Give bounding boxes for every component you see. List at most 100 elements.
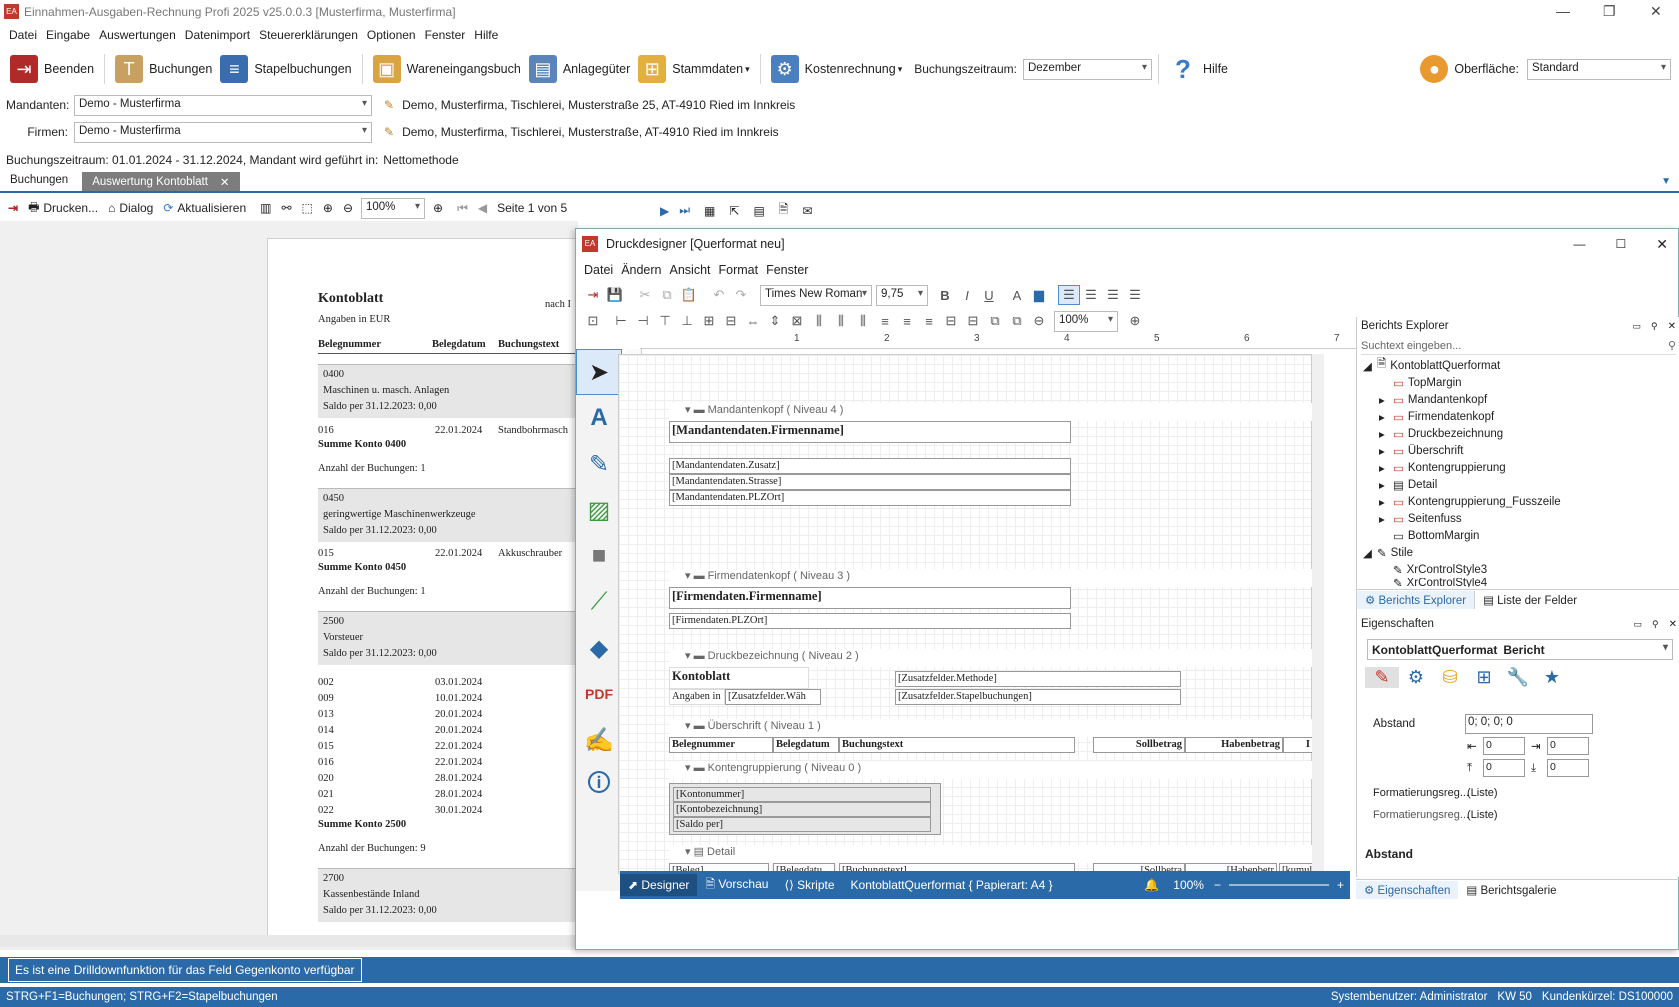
database-icon[interactable]: ⛁: [1433, 667, 1467, 688]
vspacing-inc-icon[interactable]: ≡: [896, 311, 918, 331]
tab-eigenschaften[interactable]: ⚙ Eigenschaften: [1356, 880, 1459, 899]
layout-icon[interactable]: ▥: [260, 201, 271, 215]
align-left-icon[interactable]: ☰: [1058, 285, 1080, 305]
prop-fmt2-value[interactable]: (Liste): [1467, 809, 1498, 821]
mail-icon[interactable]: ✉: [802, 204, 812, 218]
menu-steuererklaerungen[interactable]: Steuererklärungen: [259, 28, 358, 42]
pad-left-input[interactable]: 0: [1483, 737, 1525, 755]
canvas-vscrollbar[interactable]: [1312, 354, 1324, 874]
vorschau-tab[interactable]: 🗎 Vorschau: [697, 871, 776, 900]
field-h-sollbetrag[interactable]: Sollbetrag: [1093, 737, 1185, 753]
zoom-in-icon[interactable]: ⊕: [433, 201, 443, 215]
menu-hilfe[interactable]: Hilfe: [474, 28, 498, 42]
design-surface[interactable]: ▾ ▬ Mandantenkopf ( Niveau 4 ) [Mandante…: [618, 354, 1337, 879]
zoom-in-icon[interactable]: ⊕: [1124, 311, 1146, 331]
export-icon[interactable]: ⇱: [729, 204, 739, 218]
info-tool-icon[interactable]: 🛈: [576, 763, 622, 809]
tree-item-topmargin[interactable]: ▭ TopMargin: [1363, 374, 1679, 391]
tree-item-kontengruppierung[interactable]: ▸ ▭ Kontengruppierung: [1363, 459, 1679, 476]
tree-item-bottommargin[interactable]: ▭ BottomMargin: [1363, 527, 1679, 544]
font-family-select[interactable]: Times New Roman: [760, 284, 872, 306]
tree-item-ueberschrift[interactable]: ▸ ▭ Überschrift: [1363, 442, 1679, 459]
band-firmendatenkopf[interactable]: ▾ ▬ Firmendatenkopf ( Niveau 3 ): [669, 569, 1337, 587]
field-kontoblatt[interactable]: Kontoblatt: [669, 667, 809, 689]
gears-icon[interactable]: ⚙: [1399, 667, 1433, 688]
field-methode[interactable]: [Zusatzfelder.Methode]: [895, 671, 1181, 687]
field-m-firmenname[interactable]: [Mandantendaten.Firmenname]: [669, 421, 1071, 443]
zoom-slider[interactable]: [1228, 884, 1329, 886]
refresh-icon[interactable]: ⟳: [163, 201, 173, 215]
multipage-icon[interactable]: ▦: [704, 204, 715, 218]
menu-fenster[interactable]: Fenster: [425, 28, 466, 42]
firmen-select[interactable]: Demo - Musterfirma: [74, 121, 372, 143]
first-page-icon[interactable]: ⏮: [457, 201, 468, 216]
exit-icon[interactable]: ⇥: [582, 285, 604, 305]
wareneingangsbuch-button[interactable]: ▣ Wareneingangsbuch: [369, 50, 525, 88]
bring-front-icon[interactable]: ⧉: [984, 311, 1006, 331]
star-icon[interactable]: ★: [1535, 667, 1569, 688]
cut-icon[interactable]: ✂: [634, 285, 656, 305]
bell-icon[interactable]: 🔔: [1144, 878, 1159, 892]
field-angaben[interactable]: Angaben in: [669, 689, 725, 705]
last-page-icon[interactable]: ⏭: [679, 203, 690, 218]
back-color-icon[interactable]: ▆: [1028, 285, 1050, 305]
float-icon[interactable]: ▭: [1634, 619, 1643, 630]
tree-item-style[interactable]: ✎ XrControlStyle3: [1363, 561, 1679, 578]
restore-icon[interactable]: ❐: [1603, 3, 1616, 20]
field-h-belegnummer[interactable]: Belegnummer: [669, 737, 773, 753]
mandanten-select[interactable]: Demo - Musterfirma: [74, 94, 372, 116]
align-centers-icon[interactable]: ⊣: [632, 311, 654, 331]
band-mandantenkopf[interactable]: ▾ ▬ Mandantenkopf ( Niveau 4 ): [669, 403, 1337, 421]
prop-fmt1-value[interactable]: (Liste): [1467, 787, 1498, 799]
explorer-search[interactable]: Suchtext eingeben... ⚲: [1361, 337, 1676, 355]
anlagegueter-button[interactable]: ▤ Anlagegüter: [525, 50, 634, 88]
label-tool-icon[interactable]: A: [576, 395, 622, 441]
justify-icon[interactable]: ☰: [1124, 285, 1146, 305]
designer-tab[interactable]: ⬈ Designer: [620, 874, 698, 896]
hspacing-icon[interactable]: ⫼: [808, 311, 830, 331]
same-height-icon[interactable]: ⇕: [764, 311, 786, 331]
buchungen-button[interactable]: T Buchungen: [111, 50, 216, 88]
hilfe-button[interactable]: ? Hilfe: [1165, 50, 1232, 88]
float-icon[interactable]: ▭: [1633, 321, 1642, 332]
band-ueberschrift[interactable]: ▾ ▬ Überschrift ( Niveau 1 ): [669, 719, 1337, 737]
zoom-minus-icon[interactable]: −: [1214, 878, 1221, 892]
field-m-plzort[interactable]: [Mandantendaten.PLZOrt]: [669, 490, 1071, 506]
zoom-select-icon[interactable]: ⬚: [302, 201, 313, 215]
aktualisieren-button[interactable]: Aktualisieren: [177, 201, 246, 215]
shape-tool-icon[interactable]: ◆: [576, 625, 622, 671]
preview-hscrollbar[interactable]: [0, 935, 578, 947]
bold-icon[interactable]: B: [934, 285, 956, 305]
field-kontobezeichnung[interactable]: [Kontobezeichnung]: [673, 802, 931, 817]
pad-right-input[interactable]: 0: [1547, 737, 1589, 755]
tree-item-kontengruppierung-fusszeile[interactable]: ▸ ▭ Kontengruppierung_Fusszeile: [1363, 493, 1679, 510]
tree-item-mandantenkopf[interactable]: ▸ ▭ Mandantenkopf: [1363, 391, 1679, 408]
field-f-firmenname[interactable]: [Firmendaten.Firmenname]: [669, 587, 1071, 609]
hspacing-dec-icon[interactable]: ⫼: [852, 311, 874, 331]
align-middles-icon[interactable]: ⊞: [698, 311, 720, 331]
menu-datenimport[interactable]: Datenimport: [185, 28, 250, 42]
tree-item-stile[interactable]: ◢ ✎ Stile: [1363, 544, 1679, 561]
save-file-icon[interactable]: 🗎: [779, 200, 789, 221]
field-h-kumuliert[interactable]: I: [1283, 737, 1313, 753]
zoom-in-icon[interactable]: ⊕: [323, 201, 333, 215]
pin-icon[interactable]: ⚲: [1652, 619, 1659, 630]
tab-berichtsgalerie[interactable]: ▤ Berichtsgalerie: [1458, 881, 1564, 899]
edit-icon[interactable]: ✎: [384, 98, 394, 112]
field-saldo-per[interactable]: [Saldo per]: [673, 817, 931, 832]
band-druckbezeichnung[interactable]: ▾ ▬ Druckbezeichnung ( Niveau 2 ): [669, 649, 1337, 667]
tab-auswertung-kontoblatt[interactable]: Auswertung Kontoblatt ✕: [82, 172, 240, 191]
copy-icon[interactable]: ⧉: [656, 285, 678, 305]
close-icon[interactable]: ✕: [1650, 3, 1662, 20]
field-h-belegdatum[interactable]: Belegdatum: [773, 737, 839, 753]
field-waehrung[interactable]: [Zusatzfelder.Wäh: [725, 689, 821, 705]
richtext-tool-icon[interactable]: ✎: [576, 441, 622, 487]
script-icon[interactable]: ▤: [753, 204, 764, 218]
save-icon[interactable]: 💾: [604, 285, 626, 305]
panel-tool-icon[interactable]: ■: [576, 533, 622, 579]
search-icon[interactable]: ⚲: [1668, 339, 1676, 352]
buchungszeitraum-select[interactable]: Dezember: [1022, 58, 1152, 80]
designer-menu-datei[interactable]: Datei: [584, 263, 613, 277]
designer-menu-fenster[interactable]: Fenster: [766, 263, 808, 277]
tab-buchungen[interactable]: Buchungen: [0, 172, 78, 191]
